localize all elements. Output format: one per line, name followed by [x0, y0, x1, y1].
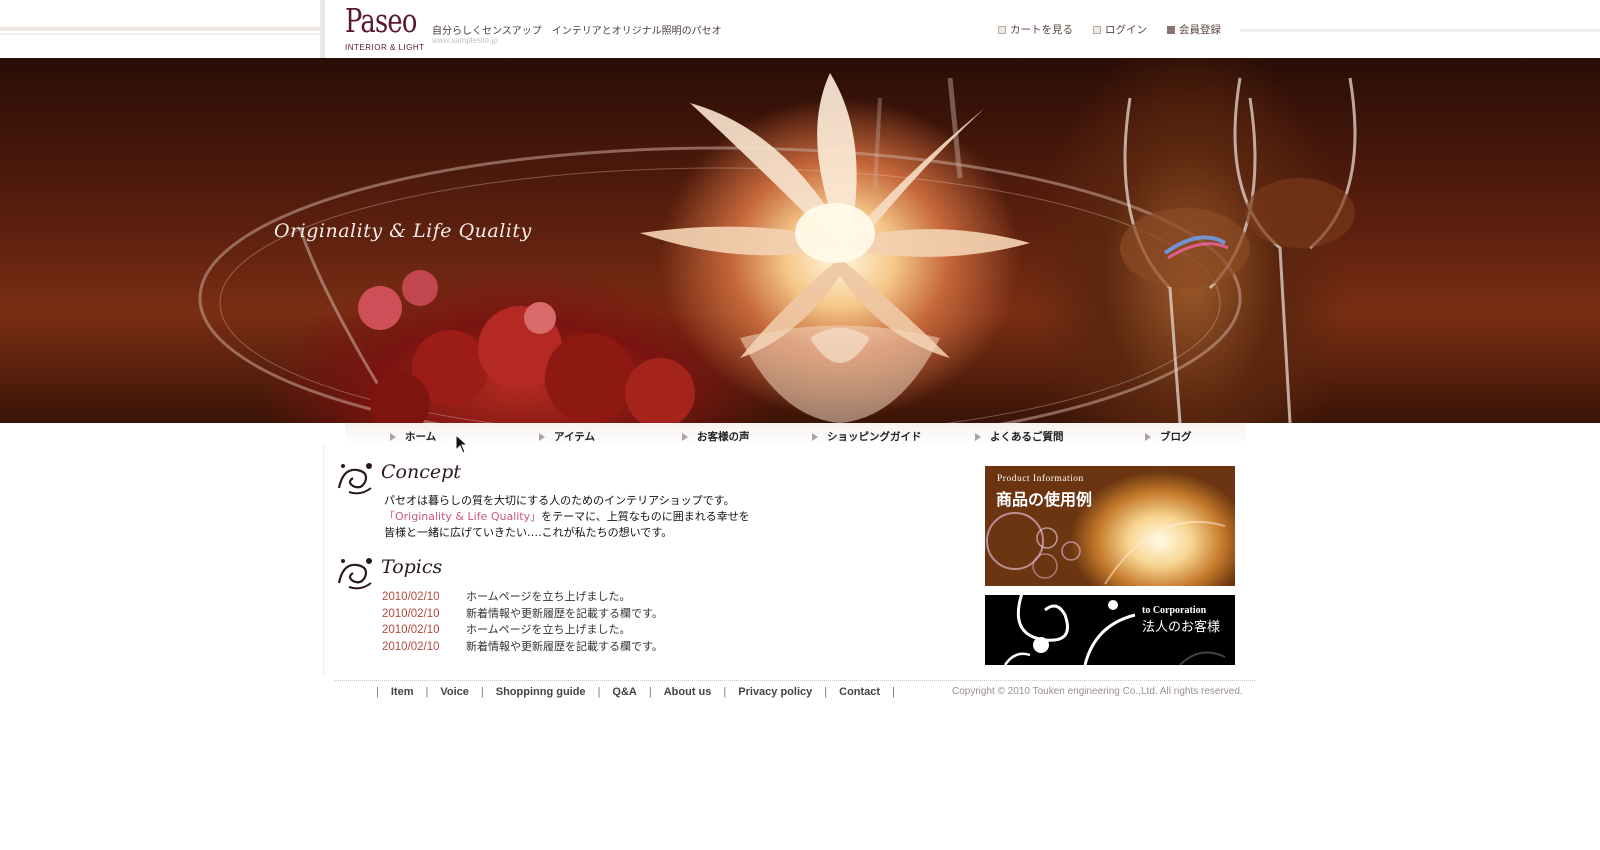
nav-shopping-guide[interactable]: ショッピングガイド — [812, 429, 922, 444]
arrow-right-icon — [812, 432, 818, 441]
topic-text: ホームページを立ち上げました。 — [466, 590, 631, 603]
nav-items[interactable]: アイテム — [539, 429, 595, 444]
footer-link-shopping-guide[interactable]: Shoppinng guide — [496, 686, 586, 698]
nav-faq-label: よくあるご質問 — [990, 431, 1064, 443]
concept-title: Concept — [381, 461, 461, 483]
arrow-right-icon — [1145, 432, 1151, 441]
footer-separator: | — [425, 686, 429, 698]
footer-separator: | — [824, 686, 828, 698]
footer-link-contact[interactable]: Contact — [839, 686, 880, 698]
site-url: www.samplesite.jp — [432, 36, 498, 45]
nav-faq[interactable]: よくあるご質問 — [975, 429, 1064, 444]
list-item[interactable]: 2010/02/10 ホームページを立ち上げました。 — [382, 589, 663, 606]
register-link[interactable]: 会員登録 — [1167, 22, 1221, 37]
concept-line: 皆様と一緒に広げていきたい‥‥これが私たちの想いです。 — [384, 526, 673, 539]
footer-separator: | — [648, 686, 652, 698]
topic-date: 2010/02/10 — [382, 591, 440, 603]
arrow-right-icon — [539, 432, 545, 441]
corporate-banner-jp: 法人のお客様 — [1142, 620, 1221, 635]
topics-title: Topics — [381, 556, 443, 578]
header: Paseo INTERIOR & LIGHT 自分らしくセンスアップ インテリア… — [0, 0, 1600, 58]
footer-nav: | Item | Voice | Shoppinng guide | Q&A |… — [364, 686, 907, 698]
footer-link-about[interactable]: About us — [664, 686, 712, 698]
corporate-banner[interactable]: to Corporation 法人のお客様 — [985, 595, 1235, 665]
header-stripe — [1240, 29, 1600, 32]
nav-blog-label: ブログ — [1160, 431, 1192, 443]
cart-link[interactable]: カートを見る — [998, 22, 1073, 37]
hero-tagline: Originality & Life Quality — [274, 220, 532, 242]
login-link-label: ログイン — [1105, 24, 1147, 36]
checkbox-icon — [998, 25, 1006, 34]
footer-separator: | — [376, 686, 379, 698]
mouse-cursor-icon — [455, 434, 469, 454]
main-nav: ホーム アイテム お客様の声 ショッピングガイド よくあるご質問 ブログ — [345, 423, 1245, 445]
site-tagline: 自分らしくセンスアップ インテリアとオリジナル照明のパセオ — [432, 26, 722, 37]
topic-text: 新着情報や更新履歴を記載する欄です。 — [466, 606, 663, 620]
header-stripe — [0, 27, 320, 31]
nav-voice[interactable]: お客様の声 — [682, 429, 750, 444]
topics-list: 2010/02/10 ホームページを立ち上げました。 2010/02/10 新着… — [382, 589, 663, 655]
footer-separator: | — [480, 686, 484, 698]
nav-home-label: ホーム — [405, 431, 437, 443]
list-item[interactable]: 2010/02/10 新着情報や更新履歴を記載する欄です。 — [382, 639, 663, 656]
hero-image: Originality & Life Quality — [0, 58, 1600, 423]
nav-voice-label: お客様の声 — [697, 431, 750, 443]
nav-home[interactable]: ホーム — [390, 429, 436, 444]
list-item[interactable]: 2010/02/10 新着情報や更新履歴を記載する欄です。 — [382, 606, 663, 623]
footer-link-item[interactable]: Item — [391, 686, 414, 698]
concept-body: パセオは暮らしの質を大切にする人のためのインテリアショップです。 「Origin… — [384, 493, 750, 541]
cart-link-label: カートを見る — [1010, 24, 1073, 36]
arrow-right-icon — [390, 432, 396, 441]
concept-line: パセオは暮らしの質を大切にする人のためのインテリアショップです。 — [384, 494, 735, 507]
footer-link-qa[interactable]: Q&A — [612, 686, 636, 698]
list-item[interactable]: 2010/02/10 ホームページを立ち上げました。 — [382, 622, 663, 639]
footer-separator: | — [723, 686, 727, 698]
concept-highlight: 「Originality & Life Quality」 — [384, 510, 542, 523]
hero-illustration — [198, 73, 1357, 423]
footer-separator: | — [892, 686, 895, 698]
checkbox-icon — [1093, 25, 1101, 34]
arrow-right-icon — [682, 432, 688, 441]
copyright: Copyright © 2010 Touken engineering Co.,… — [952, 686, 1243, 697]
nav-items-label: アイテム — [554, 431, 595, 443]
product-banner-jp: 商品の使用例 — [996, 490, 1093, 509]
bubbles-decoration — [986, 512, 1226, 585]
header-divider — [320, 0, 325, 58]
topic-date: 2010/02/10 — [382, 607, 440, 620]
topic-text: 新着情報や更新履歴を記載する欄です。 — [466, 639, 663, 653]
topic-date: 2010/02/10 — [382, 624, 440, 636]
topic-date: 2010/02/10 — [382, 640, 440, 653]
topics-heading: Topics — [335, 553, 442, 593]
footer-link-privacy[interactable]: Privacy policy — [738, 686, 812, 698]
corporate-banner-en: to Corporation — [1142, 605, 1207, 616]
ornament-icon — [337, 558, 372, 590]
topic-text: ホームページを立ち上げました。 — [466, 623, 631, 636]
checkbox-icon — [1167, 25, 1175, 34]
arrow-right-icon — [975, 432, 981, 441]
footer-separator: | — [597, 686, 601, 698]
header-stripe — [0, 33, 320, 35]
ornament-icon — [337, 463, 372, 495]
logo-subtitle: INTERIOR & LIGHT — [345, 43, 425, 52]
concept-line-rest: をテーマに、上質なものに囲まれる幸せを — [541, 510, 750, 523]
concept-line: 「Originality & Life Quality」をテーマに、上質なものに… — [384, 509, 750, 525]
logo-wordmark: Paseo — [345, 1, 417, 40]
login-link[interactable]: ログイン — [1093, 22, 1147, 37]
register-link-label: 会員登録 — [1179, 24, 1221, 36]
site-logo[interactable]: Paseo INTERIOR & LIGHT — [345, 1, 425, 55]
nav-shopping-guide-label: ショッピングガイド — [827, 431, 922, 443]
product-info-banner[interactable]: Product Information 商品の使用例 — [985, 466, 1235, 586]
concept-heading: Concept — [335, 458, 461, 498]
footer-divider — [335, 680, 1255, 681]
nav-blog[interactable]: ブログ — [1145, 429, 1192, 444]
footer-link-voice[interactable]: Voice — [440, 686, 469, 698]
header-links: カートを見る ログイン 会員登録 — [998, 22, 1241, 37]
product-banner-en: Product Information — [997, 474, 1084, 484]
content-divider — [323, 445, 324, 675]
